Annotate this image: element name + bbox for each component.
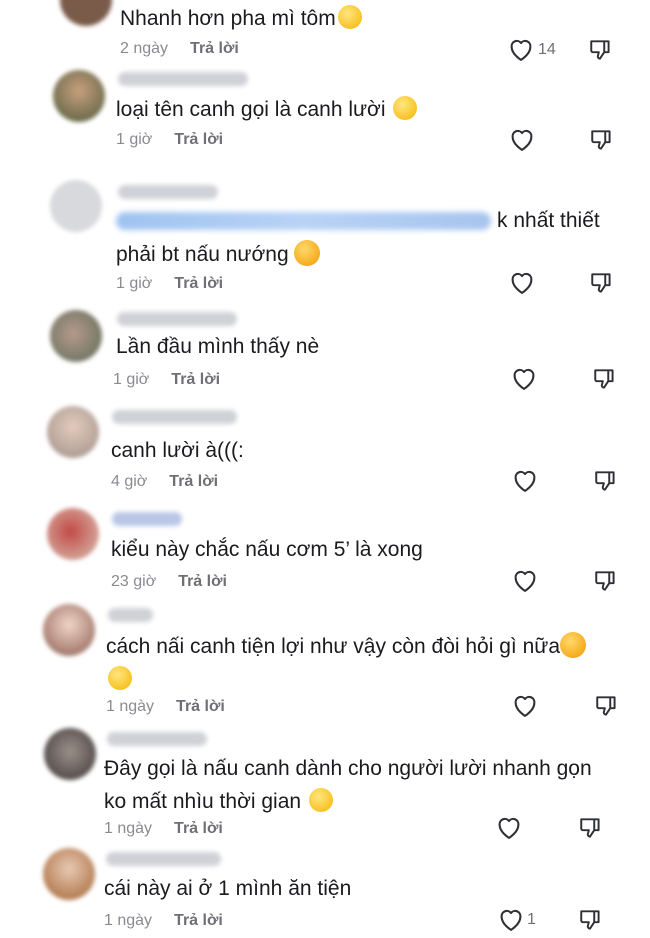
heart-icon[interactable] (511, 692, 539, 720)
comment-text: k nhất thiết (116, 204, 600, 237)
username[interactable] (118, 72, 248, 86)
comment: cách nấi canh tiện lợi như vậy còn đòi h… (0, 600, 650, 722)
comment-meta: 1 ngày Trả lời (104, 820, 223, 838)
reply-button[interactable]: Trả lời (174, 275, 223, 292)
comment-text: Đây gọi là nấu canh dành cho người lười … (104, 757, 592, 780)
username[interactable] (108, 608, 153, 622)
avatar[interactable] (43, 604, 95, 656)
dislike-icon[interactable] (578, 814, 604, 842)
laughing-emoji-icon (337, 5, 362, 29)
comment-text-line2: phải bt nấu nướng (116, 238, 321, 271)
comment-time: 1 ngày (106, 698, 155, 715)
heart-icon[interactable] (511, 567, 539, 595)
comment: loại tên canh gọi là canh lười 1 giờ Trả … (0, 68, 650, 168)
comment-time: 1 giờ (116, 131, 153, 148)
username[interactable] (112, 410, 237, 424)
dislike-icon[interactable] (589, 126, 615, 154)
avatar[interactable] (50, 310, 102, 362)
heart-icon[interactable] (508, 126, 536, 154)
comment-meta: 1 giờ Trả lời (113, 371, 220, 389)
comment-text-line2: ko mất nhìu thời gian (104, 785, 333, 818)
laughing-emoji-icon (393, 96, 418, 120)
comment-meta: 1 giờ Trả lời (116, 275, 223, 293)
reply-button[interactable]: Trả lời (171, 371, 220, 388)
username[interactable] (107, 732, 207, 746)
heart-icon[interactable] (508, 269, 536, 297)
comment-text: kiểu này chắc nấu cơm 5’ là xong (111, 538, 423, 561)
comment-text: loại tên canh gọi là canh lười (116, 93, 418, 126)
comment-time: 1 ngày (104, 820, 153, 837)
username[interactable] (106, 852, 221, 866)
heart-icon[interactable] (495, 814, 523, 842)
comment-meta: 1 giờ Trả lời (116, 131, 223, 149)
comment-text: canh lười à(((: (111, 439, 244, 462)
avatar[interactable] (43, 848, 95, 900)
avatar[interactable] (47, 406, 99, 458)
reply-button[interactable]: Trả lời (190, 40, 239, 57)
comment-text: Nhanh hơn pha mì tôm (120, 2, 362, 35)
heart-icon[interactable] (510, 365, 538, 393)
avatar[interactable] (53, 70, 105, 122)
avatar[interactable] (44, 728, 96, 780)
comment-text: cách nấi canh tiện lợi như vậy còn đòi h… (106, 630, 586, 663)
comment: cái này ai ở 1 mình ăn tiện 1 ngày Trả lờ… (0, 846, 650, 938)
dislike-icon[interactable] (589, 269, 615, 297)
dislike-icon[interactable] (588, 36, 614, 64)
comment-meta: 4 giờ Trả lời (111, 473, 218, 491)
comment: k nhất thiết phải bt nấu nướng 1 giờ Trả … (0, 180, 650, 310)
comment-time: 23 giờ (111, 573, 157, 590)
reply-button[interactable]: Trả lời (174, 820, 223, 837)
comment-time: 4 giờ (111, 473, 148, 490)
heart-icon[interactable] (507, 36, 535, 64)
comment-meta: 1 ngày Trả lời (106, 698, 225, 716)
reply-button[interactable]: Trả lời (176, 698, 225, 715)
heart-icon[interactable] (497, 906, 525, 934)
username[interactable] (112, 512, 182, 526)
reply-button[interactable]: Trả lời (174, 131, 223, 148)
comment-time: 1 ngày (104, 912, 153, 929)
username[interactable] (118, 185, 218, 199)
smile-emoji-icon (294, 240, 321, 266)
comment-text: Lần đầu mình thấy nè (116, 335, 320, 358)
comment-time: 1 giờ (116, 275, 153, 292)
comment-time: 2 ngày (120, 40, 169, 57)
comment: kiểu này chắc nấu cơm 5’ là xong 23 giờ T… (0, 506, 650, 602)
comment-text: cái này ai ở 1 mình ăn tiện (104, 877, 352, 900)
heart-icon[interactable] (511, 467, 539, 495)
like-count: 1 (527, 911, 536, 928)
reply-button[interactable]: Trả lời (174, 912, 223, 929)
reply-button[interactable]: Trả lời (178, 573, 227, 590)
username[interactable] (117, 312, 237, 326)
comment-time: 1 giờ (113, 371, 150, 388)
rofl-emoji-icon (108, 666, 132, 690)
reply-button[interactable]: Trả lời (169, 473, 218, 490)
comment-text-line2 (106, 663, 132, 696)
upside-down-emoji-icon (560, 632, 586, 658)
avatar[interactable] (47, 508, 99, 560)
mention-tags[interactable] (116, 212, 491, 231)
dislike-icon[interactable] (593, 567, 619, 595)
comment-meta: 2 ngày Trả lời (120, 40, 239, 58)
grinning-emoji-icon (308, 788, 333, 812)
dislike-icon[interactable] (594, 692, 620, 720)
dislike-icon[interactable] (578, 906, 604, 934)
like-count: 14 (538, 41, 556, 58)
dislike-icon[interactable] (593, 467, 619, 495)
comment: canh lười à(((: 4 giờ Trả lời (0, 404, 650, 502)
comment: Nhanh hơn pha mì tôm 2 ngày Trả lời 14 (0, 0, 650, 70)
avatar[interactable] (60, 0, 112, 26)
avatar[interactable] (50, 180, 102, 232)
dislike-icon[interactable] (592, 365, 618, 393)
comment-meta: 1 ngày Trả lời (104, 912, 223, 930)
comment: Đây gọi là nấu canh dành cho người lười … (0, 726, 650, 844)
comment: Lần đầu mình thấy nè 1 giờ Trả lời (0, 308, 650, 400)
comment-meta: 23 giờ Trả lời (111, 573, 227, 591)
